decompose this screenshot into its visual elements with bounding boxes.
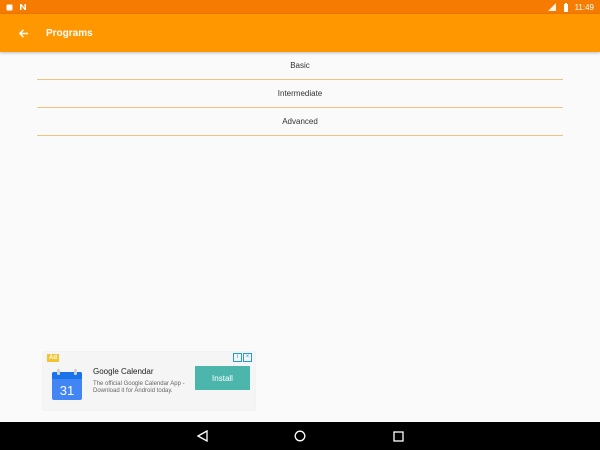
nav-home-button[interactable] [286,422,314,450]
ad-close-icon[interactable]: × [243,353,252,362]
nav-back-icon [196,430,208,442]
back-button[interactable] [0,14,46,52]
program-list: Basic Intermediate Advanced [37,52,563,136]
app-bar: Programs [0,14,600,52]
signal-icon [547,3,556,11]
notification-square-icon [6,4,13,10]
status-left [6,3,27,11]
ad-description: The official Google Calendar App - Downl… [93,381,185,394]
ad-info-icon[interactable]: i [233,353,242,362]
ad-banner[interactable]: Ad i × 31 Google Calendar The official G… [43,352,255,410]
ad-choices[interactable]: i × [233,353,252,362]
program-item-basic[interactable]: Basic [37,52,563,80]
navigation-bar [0,422,600,450]
program-item-intermediate[interactable]: Intermediate [37,80,563,108]
nav-back-button[interactable] [188,422,216,450]
arrow-back-icon [18,28,28,38]
calendar-date-number: 31 [60,383,74,398]
notification-n-icon [20,4,26,10]
nav-recents-icon [392,430,404,442]
status-time: 11:49 [574,2,594,12]
install-button[interactable]: Install [195,366,250,390]
ad-title: Google Calendar [93,367,154,376]
program-item-advanced[interactable]: Advanced [37,108,563,136]
nav-home-icon [294,430,306,442]
battery-icon [563,2,568,12]
google-calendar-icon: 31 [52,369,82,400]
ad-badge: Ad [47,354,59,362]
page-title: Programs [46,27,93,39]
status-right: 11:49 [547,2,594,12]
nav-recents-button[interactable] [384,422,412,450]
status-bar: 11:49 [0,0,600,14]
